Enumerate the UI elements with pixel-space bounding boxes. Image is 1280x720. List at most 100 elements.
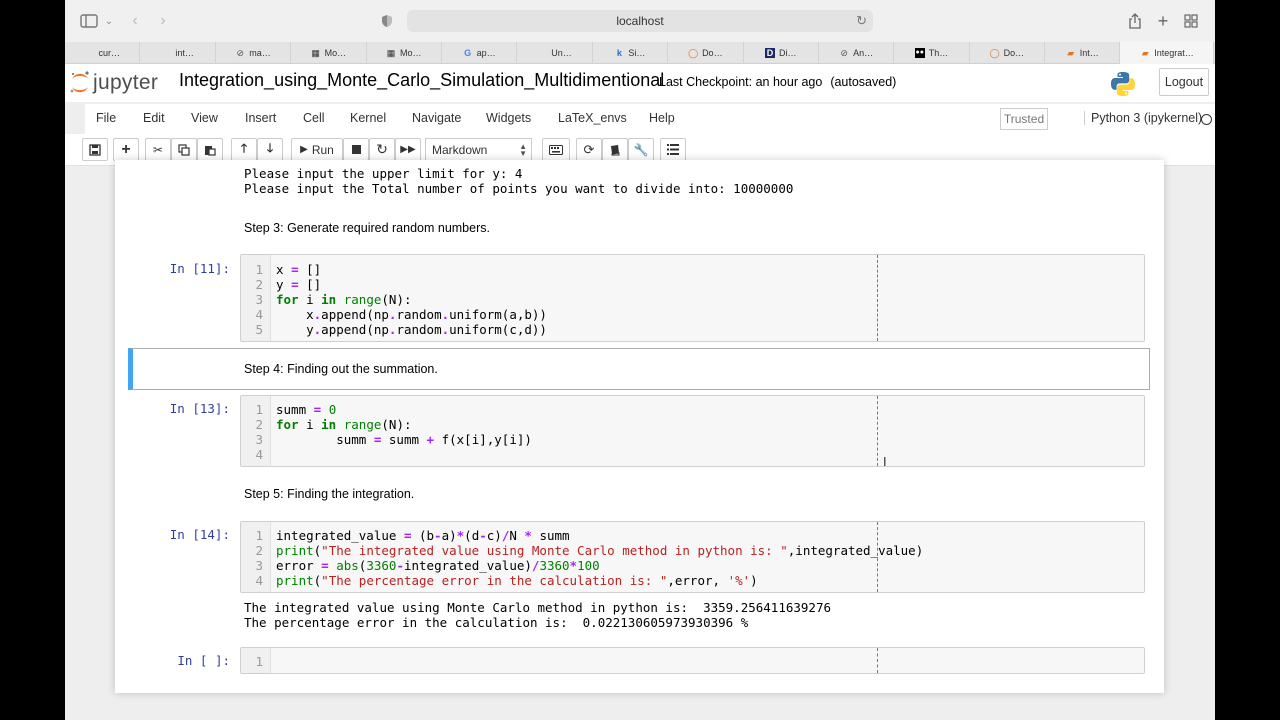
jupyter-wordmark: jupyter (93, 71, 159, 94)
browser-tab[interactable]: int… (140, 42, 216, 64)
run-button[interactable]: ▶ Run (291, 138, 343, 161)
menu-help[interactable]: Help (649, 111, 675, 125)
output-line: Please input the upper limit for y: 4 (244, 166, 523, 181)
cell-type-value: Markdown (432, 142, 488, 157)
blank-page-icon (84, 48, 94, 58)
line-gutter: 1 (241, 648, 271, 673)
move-down-button[interactable]: 🡓 (257, 138, 283, 161)
copy-button[interactable] (171, 138, 197, 161)
kernel-name[interactable]: Python 3 (ipykernel) (1084, 111, 1202, 125)
copy-icon (178, 143, 190, 156)
empty-code-cell[interactable]: 1 (240, 647, 1145, 674)
cell-prompt: In [11]: (169, 261, 230, 276)
menu-edit[interactable]: Edit (143, 111, 165, 125)
d-icon: D (764, 48, 775, 58)
privacy-shield-icon[interactable] (379, 10, 395, 32)
blank-page-icon (537, 48, 547, 58)
notebook-title[interactable]: Integration_using_Monte_Carlo_Simulation… (179, 70, 664, 91)
toc-button[interactable] (660, 138, 686, 161)
restart-run-all-button[interactable]: ▶▶ (395, 138, 421, 161)
circle-icon: ◯ (989, 48, 1000, 58)
address-bar[interactable]: localhost ↻ (407, 10, 873, 32)
browser-tab[interactable]: Gap… (442, 42, 518, 64)
browser-tab[interactable]: Un… (517, 42, 593, 64)
browser-tab[interactable]: ⊘ ma… (216, 42, 292, 64)
browser-tab[interactable]: ◯ Do… (668, 42, 744, 64)
menubar: File Edit View Insert Cell Kernel Naviga… (85, 104, 1215, 134)
tab-label: Integrat… (1154, 48, 1194, 58)
browser-tab[interactable]: ▰ Int… (1045, 42, 1121, 64)
paste-button[interactable] (197, 138, 223, 161)
select-arrows-icon: ▲ ▼ (519, 142, 527, 158)
menu-file[interactable]: File (96, 111, 116, 125)
list-icon (667, 144, 679, 155)
cut-button[interactable]: ✂ (145, 138, 171, 161)
book-button[interactable] (602, 138, 628, 161)
code-line: error = abs(3360-integrated_value)/3360*… (276, 558, 600, 573)
restart-button[interactable]: ↻ (369, 138, 395, 161)
reload-icon[interactable]: ↻ (856, 13, 867, 29)
command-palette-button[interactable] (542, 138, 570, 161)
browser-tab[interactable]: ▦ Mo… (367, 42, 442, 64)
code-line: x = [] (276, 262, 322, 277)
line-number: 3 (255, 292, 263, 307)
cell-type-select[interactable]: Markdown ▲ ▼ (425, 138, 532, 161)
menu-latex-envs[interactable]: LaTeX_envs (558, 111, 627, 125)
trusted-indicator[interactable]: Trusted (1000, 108, 1048, 130)
code-cell-11[interactable]: 1 2 3 4 5 x = [] y = [] for i in range(N… (240, 254, 1145, 342)
wrench-button[interactable]: 🔧 (628, 138, 654, 161)
cell-prompt: In [13]: (169, 401, 230, 416)
markdown-step3[interactable]: Step 3: Generate required random numbers… (244, 221, 490, 235)
code-cell-14[interactable]: 1 2 3 4 integrated_value = (b-a)*(d-c)/N… (240, 521, 1145, 593)
menu-view[interactable]: View (191, 111, 218, 125)
chevron-down-icon[interactable]: ⌄ (103, 10, 115, 32)
refresh-toc-button[interactable]: ⟳ (576, 138, 602, 161)
move-up-button[interactable]: 🡑 (231, 138, 257, 161)
menu-widgets[interactable]: Widgets (486, 111, 531, 125)
wrench-icon: 🔧 (633, 142, 649, 157)
line-length-ruler (877, 396, 878, 466)
screen: ⌄ ‹ › localhost ↻ + cur… int… ⊘ ma… ▦ Mo… … (65, 0, 1215, 720)
save-button[interactable] (82, 138, 108, 161)
sidebar-icon[interactable] (79, 10, 99, 32)
tab-overview-icon[interactable] (1183, 10, 1199, 32)
interrupt-button[interactable] (343, 138, 369, 161)
browser-tab[interactable]: ◯ Do… (970, 42, 1046, 64)
logout-button[interactable]: Logout (1159, 68, 1209, 96)
jupyter-logo[interactable]: jupyter (69, 68, 158, 98)
browser-tab[interactable]: cur… (65, 42, 141, 64)
menu-navigate[interactable]: Navigate (412, 111, 461, 125)
compass-icon: ⊘ (840, 48, 848, 58)
selected-markdown-cell[interactable]: Step 4: Finding out the summation. (128, 348, 1150, 390)
tab-label: int… (175, 48, 194, 58)
tab-label: Mo… (400, 48, 422, 58)
line-number: 5 (255, 322, 263, 337)
menu-insert[interactable]: Insert (245, 111, 276, 125)
new-tab-icon[interactable]: + (1155, 10, 1171, 32)
stop-icon (351, 145, 361, 154)
browser-tab-active[interactable]: ▰ Integrat… (1120, 42, 1215, 64)
line-gutter: 1 2 3 4 (241, 396, 271, 466)
code-cell-13[interactable]: 1 2 3 4 summ = 0 for i in range(N): summ… (240, 395, 1145, 467)
markdown-step5[interactable]: Step 5: Finding the integration. (244, 487, 414, 501)
insert-cell-button[interactable]: + (113, 138, 139, 161)
cell-prompt: In [14]: (169, 527, 230, 542)
paste-icon (205, 145, 216, 156)
browser-tab[interactable]: k Si… (593, 42, 669, 64)
share-icon[interactable] (1127, 10, 1143, 32)
browser-tab[interactable]: ▦ Mo… (291, 42, 367, 64)
code-line: summ = 0 (276, 402, 337, 417)
line-number: 2 (255, 543, 263, 558)
keyboard-icon (549, 144, 563, 155)
browser-tab[interactable]: ⊘ An… (819, 42, 895, 64)
menu-kernel[interactable]: Kernel (350, 111, 386, 125)
address-text: localhost (616, 14, 664, 28)
line-number: 4 (255, 573, 263, 588)
tab-label: Mo… (324, 48, 347, 58)
browser-tab[interactable]: ●● Th… (894, 42, 970, 64)
forward-icon[interactable]: › (155, 10, 171, 32)
browser-tab[interactable]: D Di… (744, 42, 819, 64)
menu-cell[interactable]: Cell (303, 111, 325, 125)
back-icon[interactable]: ‹ (127, 10, 143, 32)
tab-label: cur… (98, 48, 120, 58)
